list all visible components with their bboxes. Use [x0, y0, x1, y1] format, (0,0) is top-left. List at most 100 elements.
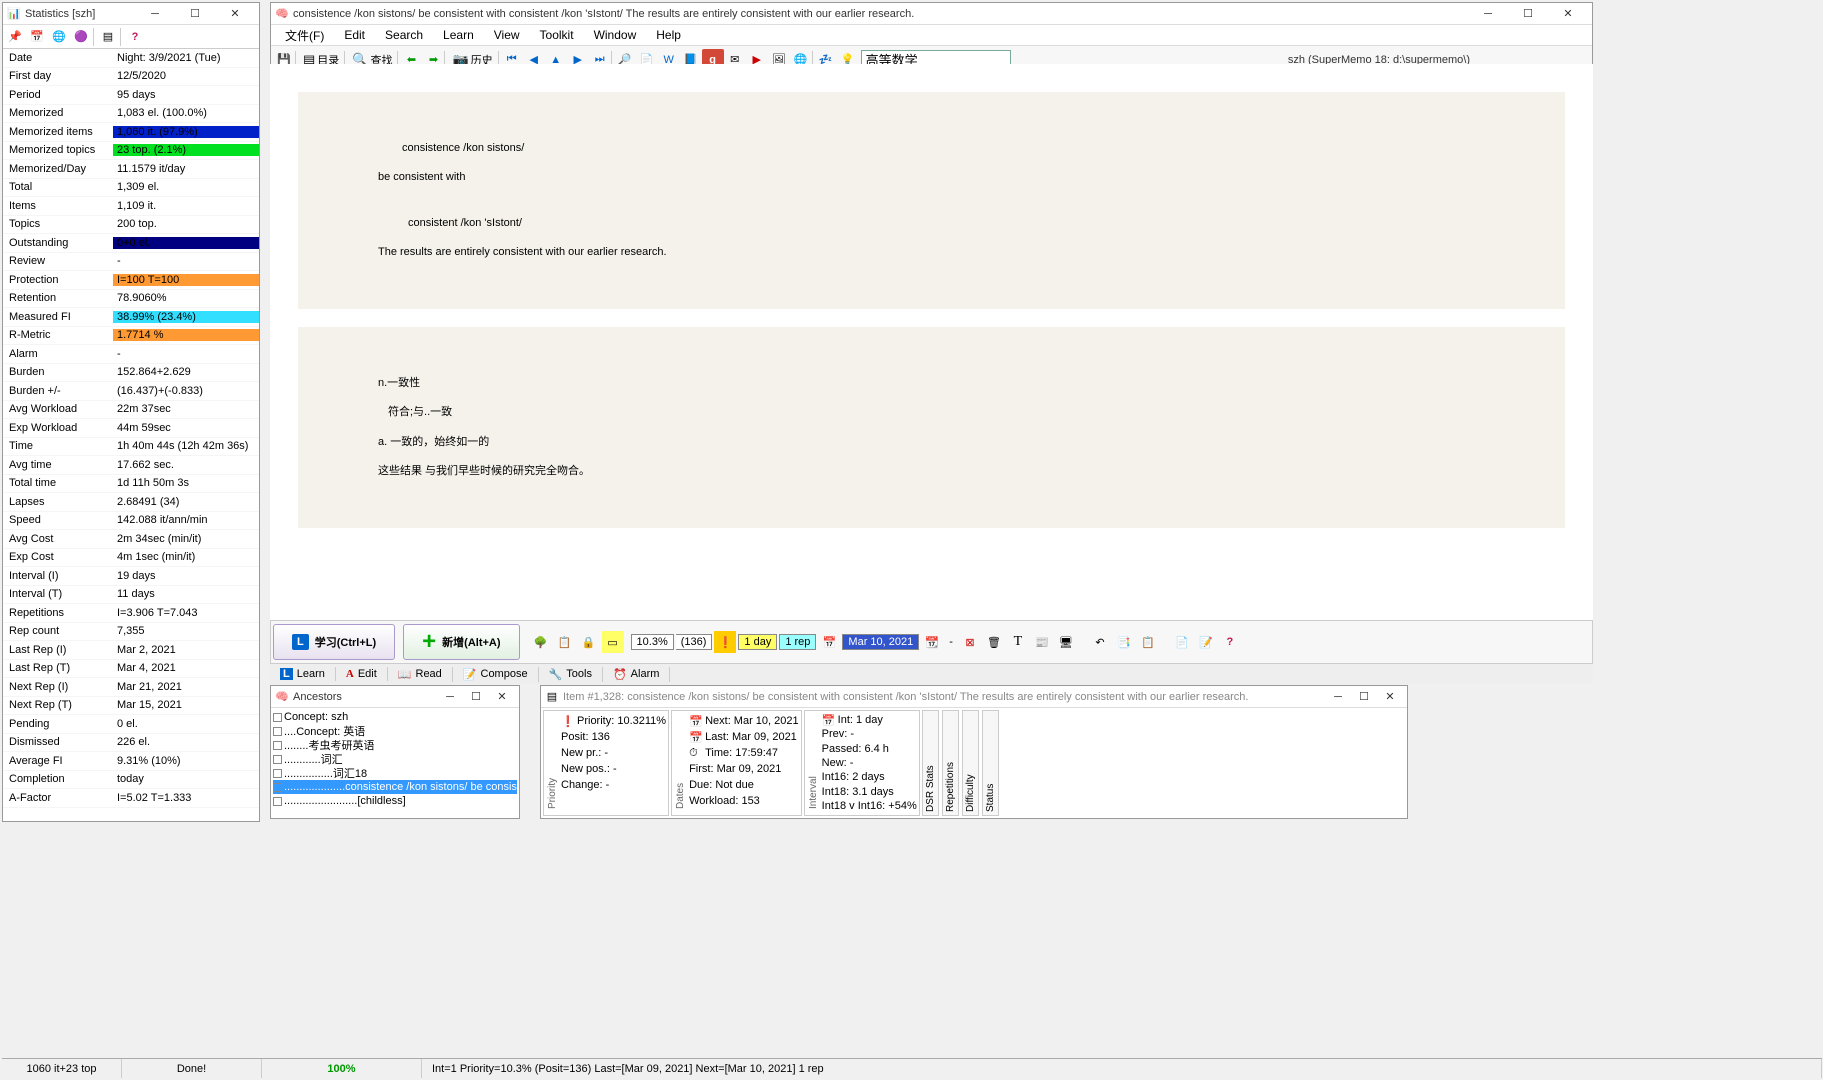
- stats-row[interactable]: Alarm-: [3, 345, 259, 364]
- paste-icon[interactable]: 📋: [1137, 631, 1159, 653]
- stats-row[interactable]: Topics200 top.: [3, 216, 259, 235]
- stats-row[interactable]: Time1h 40m 44s (12h 42m 36s): [3, 438, 259, 457]
- menu-edit[interactable]: Edit: [334, 26, 375, 44]
- tab-edit[interactable]: AEdit: [336, 667, 388, 681]
- info-row[interactable]: ⏱Time: 17:59:47: [689, 745, 799, 760]
- stats-row[interactable]: Average FI9.31% (10%): [3, 752, 259, 771]
- close-button[interactable]: ✕: [1377, 687, 1403, 707]
- stats-row[interactable]: DateNight: 3/9/2021 (Tue): [3, 49, 259, 68]
- info-row[interactable]: Int18: 3.1 days: [822, 785, 917, 798]
- stats-row[interactable]: Total1,309 el.: [3, 179, 259, 198]
- stats-row[interactable]: Exp Workload44m 59sec: [3, 419, 259, 438]
- list-icon[interactable]: ▤: [98, 27, 118, 47]
- info-row[interactable]: Int18 v Int16: +54%: [822, 800, 917, 813]
- duplicate-icon[interactable]: 📑: [1113, 631, 1135, 653]
- interval-badge[interactable]: 1 day: [738, 634, 777, 650]
- tree-checkbox[interactable]: [273, 769, 282, 778]
- stats-row[interactable]: Interval (T)11 days: [3, 586, 259, 605]
- format-icon[interactable]: T: [1007, 631, 1029, 653]
- copy-icon[interactable]: 📋: [554, 631, 576, 653]
- info-row[interactable]: 📅Next: Mar 10, 2021: [689, 713, 799, 728]
- stats-row[interactable]: Period95 days: [3, 86, 259, 105]
- tree-item[interactable]: ........................[childless]: [273, 794, 517, 808]
- info-row[interactable]: New pr.: -: [561, 745, 666, 760]
- stats-row[interactable]: Total time1d 11h 50m 3s: [3, 475, 259, 494]
- close-button[interactable]: ✕: [1548, 4, 1588, 24]
- stats-row[interactable]: Exp Cost4m 1sec (min/it): [3, 549, 259, 568]
- count-badge[interactable]: (136): [676, 634, 713, 650]
- stats-row[interactable]: Dismissed226 el.: [3, 734, 259, 753]
- info-row[interactable]: First: Mar 09, 2021: [689, 761, 799, 776]
- stats-row[interactable]: Lapses2.68491 (34): [3, 493, 259, 512]
- stats-row[interactable]: Measured FI38.99% (23.4%): [3, 308, 259, 327]
- stats-row[interactable]: Last Rep (T)Mar 4, 2021: [3, 660, 259, 679]
- minimize-button[interactable]: ─: [1325, 687, 1351, 707]
- stats-row[interactable]: Next Rep (T)Mar 15, 2021: [3, 697, 259, 716]
- stats-row[interactable]: Interval (I)19 days: [3, 567, 259, 586]
- answer-card[interactable]: n.一致性 符合;与..一致 a. 一致的，始终如一的 这些结果 与我们早些时候…: [298, 327, 1565, 528]
- ancestors-titlebar[interactable]: 🧠 Ancestors ─ ☐ ✕: [271, 686, 519, 708]
- minimize-button[interactable]: ─: [437, 687, 463, 707]
- maximize-button[interactable]: ☐: [1508, 4, 1548, 24]
- item-titlebar[interactable]: ▤ Item #1,328: consistence /kon sistons/…: [541, 686, 1407, 708]
- info-row[interactable]: 📅Last: Mar 09, 2021: [689, 729, 799, 744]
- info-row[interactable]: Change: -: [561, 777, 666, 792]
- stats-row[interactable]: Memorized1,083 el. (100.0%): [3, 105, 259, 124]
- stats-row[interactable]: Burden152.864+2.629: [3, 364, 259, 383]
- stats-row[interactable]: Outstanding0+0 el.: [3, 234, 259, 253]
- stats-row[interactable]: Memorized/Day11.1579 it/day: [3, 160, 259, 179]
- template-icon[interactable]: 📰: [1031, 631, 1053, 653]
- minimize-button[interactable]: ─: [135, 4, 175, 24]
- menu-search[interactable]: Search: [375, 26, 433, 44]
- menu-view[interactable]: View: [484, 26, 530, 44]
- info-row[interactable]: 📅Int: 1 day: [822, 713, 917, 726]
- tree-icon[interactable]: 🌳: [530, 631, 552, 653]
- info-row[interactable]: Workload: 153: [689, 793, 799, 808]
- menu-文件(f)[interactable]: 文件(F): [275, 25, 334, 46]
- edit-icon[interactable]: 📝: [1195, 631, 1217, 653]
- tab-alarm[interactable]: ⏰Alarm: [603, 667, 670, 682]
- tree-item[interactable]: ........考虫考研英语: [273, 738, 517, 752]
- tree-checkbox[interactable]: [273, 713, 282, 722]
- tree-checkbox[interactable]: [273, 727, 282, 736]
- schedule-icon[interactable]: 📆: [921, 631, 943, 653]
- stats-row[interactable]: Avg time17.662 sec.: [3, 456, 259, 475]
- pin-icon[interactable]: 📌: [5, 27, 25, 47]
- note-icon[interactable]: ▭: [602, 631, 624, 653]
- dismiss-icon[interactable]: ⊠: [959, 631, 981, 653]
- stats-row[interactable]: Review-: [3, 253, 259, 272]
- maximize-button[interactable]: ☐: [463, 687, 489, 707]
- tab-read[interactable]: 📖Read: [388, 667, 453, 682]
- lock-icon[interactable]: 🔒: [578, 631, 600, 653]
- minimize-button[interactable]: ─: [1468, 4, 1508, 24]
- calendar-icon[interactable]: 📅: [27, 27, 47, 47]
- priority-icon[interactable]: ❗: [714, 631, 736, 653]
- info-row[interactable]: Passed: 6.4 h: [822, 742, 917, 755]
- calendar-icon[interactable]: 📅: [818, 631, 840, 653]
- tab-tools[interactable]: 🔧Tools: [539, 667, 603, 682]
- rep-badge[interactable]: 1 rep: [779, 634, 816, 650]
- priority-badge[interactable]: 10.3%: [631, 634, 674, 650]
- stats-row[interactable]: RepetitionsI=3.906 T=7.043: [3, 604, 259, 623]
- maximize-button[interactable]: ☐: [1351, 687, 1377, 707]
- learn-button[interactable]: L 学习(Ctrl+L): [273, 624, 395, 660]
- tree-item[interactable]: Concept: szh: [273, 710, 517, 724]
- help-icon[interactable]: ?: [1219, 631, 1241, 653]
- tree-item[interactable]: ............词汇: [273, 752, 517, 766]
- stats-row[interactable]: R-Metric1.7714 %: [3, 327, 259, 346]
- stats-row[interactable]: Speed142.088 it/ann/min: [3, 512, 259, 531]
- stats-row[interactable]: Memorized items1,060 it. (97.9%): [3, 123, 259, 142]
- stats-row[interactable]: Retention78.9060%: [3, 290, 259, 309]
- tree-item[interactable]: ....................consistence /kon sis…: [273, 780, 517, 794]
- stats-row[interactable]: Avg Cost2m 34sec (min/it): [3, 530, 259, 549]
- tree-item[interactable]: ....Concept: 英语: [273, 724, 517, 738]
- menu-window[interactable]: Window: [584, 26, 647, 44]
- stats-row[interactable]: Items1,109 it.: [3, 197, 259, 216]
- vtab-difficulty[interactable]: Difficulty: [962, 710, 979, 816]
- stats-row[interactable]: Last Rep (I)Mar 2, 2021: [3, 641, 259, 660]
- help-icon[interactable]: ?: [125, 27, 145, 47]
- info-row[interactable]: Posit: 136: [561, 729, 666, 744]
- stats-row[interactable]: Next Rep (I)Mar 21, 2021: [3, 678, 259, 697]
- vtab-dsr-stats[interactable]: DSR Stats: [922, 710, 939, 816]
- stats-row[interactable]: Pending0 el.: [3, 715, 259, 734]
